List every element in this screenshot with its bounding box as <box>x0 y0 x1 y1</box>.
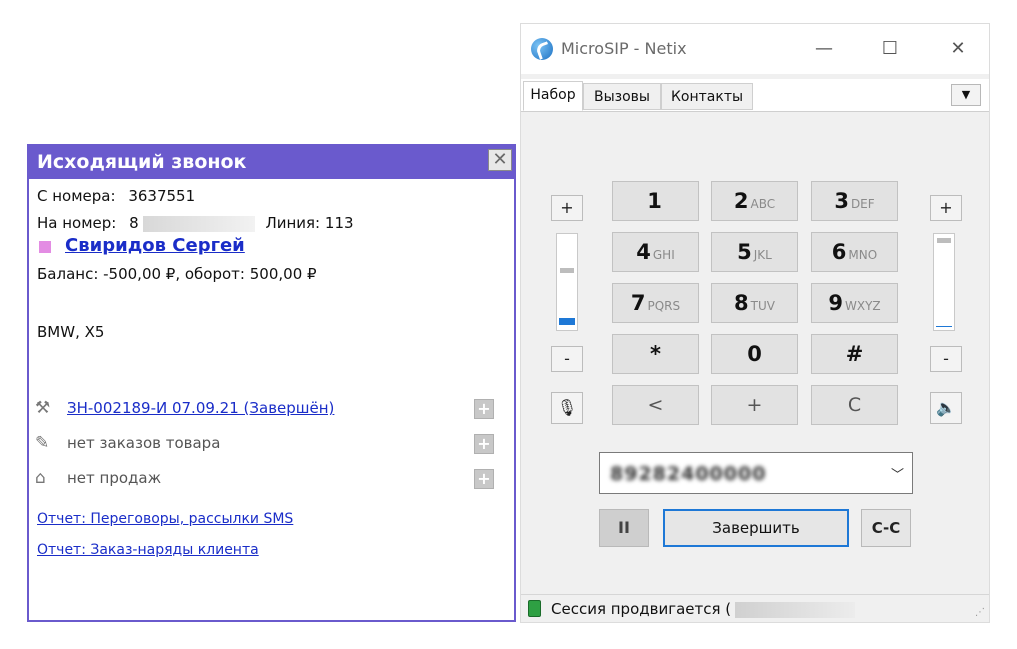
from-label: С номера: <box>37 187 116 205</box>
key-2[interactable]: 2 ABC <box>711 181 798 221</box>
speaker-slider-knob[interactable] <box>937 238 951 243</box>
chevron-down-icon[interactable]: ﹀ <box>891 464 904 483</box>
key-1[interactable]: 1 <box>612 181 699 221</box>
from-row: С номера: 3637551 <box>37 187 195 205</box>
report-negotiations-link[interactable]: Отчет: Переговоры, рассылки SMS <box>37 511 293 527</box>
order-item-link[interactable]: ЗН-002189-И 07.09.21 (Завершён) <box>67 399 334 417</box>
hold-button[interactable]: II <box>599 509 649 547</box>
expand-goods-button[interactable]: + <box>474 434 494 454</box>
status-icon <box>528 600 541 617</box>
key-4[interactable]: 4 GHI <box>612 232 699 272</box>
client-color-marker <box>39 241 51 253</box>
clear-button[interactable]: C <box>811 385 898 425</box>
speaker-level-indicator <box>936 326 952 327</box>
title-bar: MicroSIP - Netix — ☐ ✕ <box>521 24 989 74</box>
from-value: 3637551 <box>128 187 196 205</box>
backspace-button[interactable]: < <box>612 385 699 425</box>
dialed-number: 89282400000 <box>610 463 767 485</box>
tab-contacts[interactable]: Контакты <box>661 83 753 110</box>
key-6[interactable]: 6 MNO <box>811 232 898 272</box>
line-label: Линия: <box>265 214 321 232</box>
window-title: MicroSIP - Netix <box>561 39 687 58</box>
mic-level-indicator <box>559 318 575 325</box>
speaker-volume-down-button[interactable]: - <box>930 346 962 372</box>
microsip-window: MicroSIP - Netix — ☐ ✕ Набор Вызовы Конт… <box>520 23 990 623</box>
report-orders-link[interactable]: Отчет: Заказ-наряды клиента <box>37 542 259 558</box>
resize-grip-icon[interactable]: ⋰ <box>975 607 985 618</box>
sales-icon: ⌂ <box>35 468 46 488</box>
status-bar: Сессия продвигается ( ⋰ <box>521 594 989 622</box>
mic-volume-slider[interactable] <box>556 233 578 331</box>
to-value: 8 <box>129 214 139 232</box>
minimize-button[interactable]: — <box>801 32 847 66</box>
popup-header: Исходящий звонок ✕ <box>29 146 514 179</box>
transfer-button[interactable]: C-C <box>861 509 911 547</box>
client-name-link[interactable]: Свиридов Сергей <box>65 235 245 256</box>
microphone-icon[interactable]: 🎙 <box>551 392 583 424</box>
key-3[interactable]: 3 DEF <box>811 181 898 221</box>
key-7[interactable]: 7 PQRS <box>612 283 699 323</box>
speaker-volume-up-button[interactable]: + <box>930 195 962 221</box>
microsip-logo-icon <box>531 38 553 60</box>
line-value: 113 <box>324 214 354 232</box>
key-hash[interactable]: # <box>811 334 898 374</box>
call-popup: Исходящий звонок ✕ С номера: 3637551 На … <box>27 144 516 622</box>
car-text: BMW, X5 <box>37 323 105 341</box>
status-text: Сессия продвигается ( <box>551 600 856 618</box>
key-0[interactable]: 0 <box>711 334 798 374</box>
mic-slider-knob[interactable] <box>560 268 574 273</box>
tab-dial[interactable]: Набор <box>523 81 583 111</box>
redacted-status <box>735 601 856 618</box>
close-icon[interactable]: ✕ <box>488 149 512 171</box>
to-label: На номер: <box>37 214 117 232</box>
hangup-button[interactable]: Завершить <box>663 509 849 547</box>
expand-sales-button[interactable]: + <box>474 469 494 489</box>
key-star[interactable]: * <box>612 334 699 374</box>
maximize-button[interactable]: ☐ <box>867 32 913 66</box>
tab-bar: Набор Вызовы Контакты ▼ <box>521 79 989 112</box>
no-orders-text: нет заказов товара <box>67 434 221 452</box>
redacted-number <box>142 215 255 232</box>
no-sales-text: нет продаж <box>67 469 162 487</box>
tools-icon: ⚒ <box>35 398 51 418</box>
popup-title: Исходящий звонок <box>37 151 247 173</box>
mic-volume-down-button[interactable]: - <box>551 346 583 372</box>
expand-order-button[interactable]: + <box>474 399 494 419</box>
key-8[interactable]: 8 TUV <box>711 283 798 323</box>
balance-text: Баланс: -500,00 ₽, оборот: 500,00 ₽ <box>37 265 317 283</box>
key-5[interactable]: 5 JKL <box>711 232 798 272</box>
plus-button[interactable]: + <box>711 385 798 425</box>
speaker-volume-slider[interactable] <box>933 233 955 331</box>
number-combobox[interactable]: 89282400000 ﹀ <box>599 452 913 494</box>
order-icon: ✎ <box>35 433 50 453</box>
to-row: На номер: 8 Линия: 113 <box>37 214 354 232</box>
close-window-button[interactable]: ✕ <box>935 32 981 66</box>
tab-calls[interactable]: Вызовы <box>583 83 661 110</box>
tab-menu-dropdown[interactable]: ▼ <box>951 84 981 106</box>
speaker-icon[interactable]: 🔈 <box>930 392 962 424</box>
mic-volume-up-button[interactable]: + <box>551 195 583 221</box>
key-9[interactable]: 9 WXYZ <box>811 283 898 323</box>
